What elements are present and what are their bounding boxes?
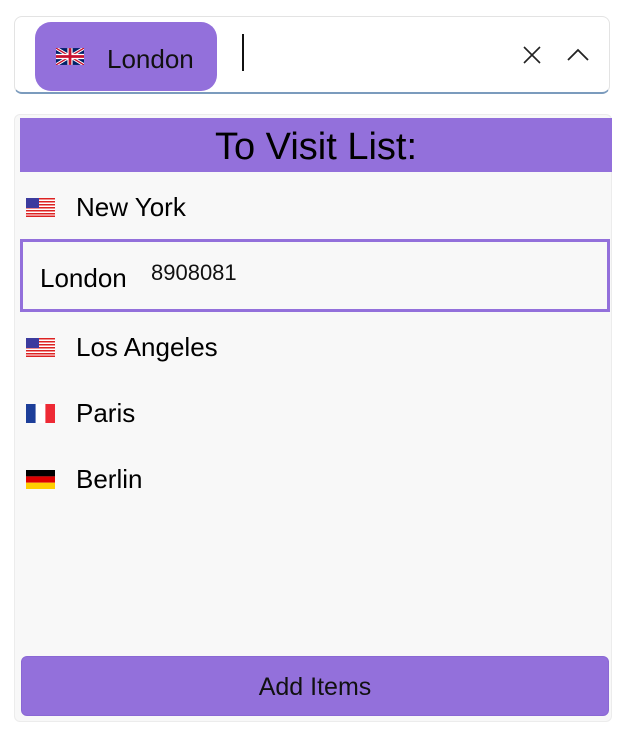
list-item-new-york[interactable]: New York <box>20 177 610 235</box>
list-item-los-angeles[interactable]: Los Angeles <box>20 317 610 375</box>
close-icon[interactable] <box>520 43 544 67</box>
germany-flag-icon <box>26 470 55 489</box>
list-item-label: New York <box>76 192 186 222</box>
france-flag-icon <box>26 404 55 423</box>
uk-flag-icon <box>56 48 84 65</box>
chevron-up-icon[interactable] <box>565 44 591 66</box>
list-item-berlin[interactable]: Berlin <box>20 449 610 507</box>
list-item-label: Paris <box>76 398 136 428</box>
list-header: To Visit List: <box>20 118 612 172</box>
us-flag-icon <box>26 338 55 357</box>
list-item-label: Berlin <box>76 464 143 494</box>
list-item-label: Los Angeles <box>76 332 218 362</box>
text-caret[interactable] <box>242 34 244 71</box>
us-flag-icon <box>26 198 55 217</box>
city-combobox[interactable]: London <box>14 16 610 94</box>
list-item-paris[interactable]: Paris <box>20 383 610 441</box>
dropdown-panel: To Visit List: New York London 8908081 L… <box>14 114 612 722</box>
list-item-code: 8908081 <box>151 260 237 285</box>
list-item-label: London <box>40 263 127 293</box>
selected-token-london[interactable]: London <box>35 22 217 91</box>
add-items-button[interactable]: Add Items <box>21 656 609 716</box>
selected-token-label: London <box>107 44 194 74</box>
list-item-london[interactable]: London 8908081 <box>20 239 610 312</box>
